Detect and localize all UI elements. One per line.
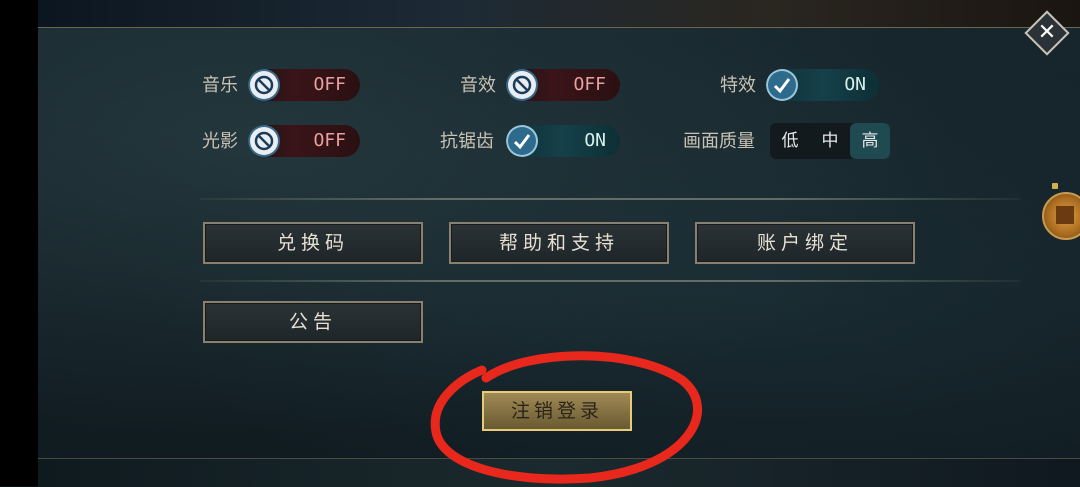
no-entry-icon bbox=[250, 71, 278, 99]
top-border-line bbox=[38, 27, 1080, 28]
special-effects-toggle[interactable]: ON bbox=[766, 69, 880, 101]
quality-low-option[interactable]: 低 bbox=[770, 123, 810, 159]
screen-edge bbox=[0, 0, 38, 486]
checkmark-icon bbox=[768, 71, 796, 99]
quality-high-option[interactable]: 高 bbox=[850, 123, 890, 159]
gift-box-shape bbox=[1056, 206, 1074, 224]
redeem-code-button[interactable]: 兑换码 bbox=[203, 222, 423, 264]
lighting-toggle-state: OFF bbox=[313, 130, 346, 151]
section-divider bbox=[200, 198, 1020, 200]
sound-effects-label: 音效 bbox=[460, 75, 496, 96]
anti-aliasing-toggle[interactable]: ON bbox=[506, 125, 620, 157]
section-divider bbox=[200, 280, 1020, 282]
special-effects-toggle-state: ON bbox=[844, 74, 866, 95]
music-toggle[interactable]: OFF bbox=[248, 69, 360, 101]
quality-medium-option[interactable]: 中 bbox=[810, 123, 850, 159]
account-binding-button[interactable]: 账户绑定 bbox=[695, 222, 915, 264]
graphics-quality-label: 画面质量 bbox=[683, 131, 755, 152]
graphics-quality-selector: 低 中 高 bbox=[770, 123, 890, 159]
close-x-icon: ✕ bbox=[1037, 20, 1057, 45]
no-entry-icon bbox=[250, 127, 278, 155]
checkmark-icon bbox=[508, 127, 536, 155]
lighting-label: 光影 bbox=[202, 131, 238, 152]
top-game-strip bbox=[38, 0, 1080, 27]
help-support-button[interactable]: 帮助和支持 bbox=[449, 222, 669, 264]
special-effects-label: 特效 bbox=[720, 75, 756, 96]
sound-effects-toggle[interactable]: OFF bbox=[506, 69, 620, 101]
bottom-game-strip bbox=[38, 458, 1080, 487]
music-label: 音乐 bbox=[202, 75, 238, 96]
music-toggle-state: OFF bbox=[313, 74, 346, 95]
no-entry-icon bbox=[508, 71, 536, 99]
close-button[interactable]: ✕ bbox=[1024, 10, 1070, 56]
notification-dot bbox=[1052, 183, 1058, 189]
anti-aliasing-label: 抗锯齿 bbox=[440, 131, 494, 152]
anti-aliasing-toggle-state: ON bbox=[584, 130, 606, 151]
announcement-button[interactable]: 公告 bbox=[203, 301, 423, 343]
logout-button[interactable]: 注销登录 bbox=[482, 391, 632, 431]
sound-effects-toggle-state: OFF bbox=[573, 74, 606, 95]
lighting-toggle[interactable]: OFF bbox=[248, 125, 360, 157]
